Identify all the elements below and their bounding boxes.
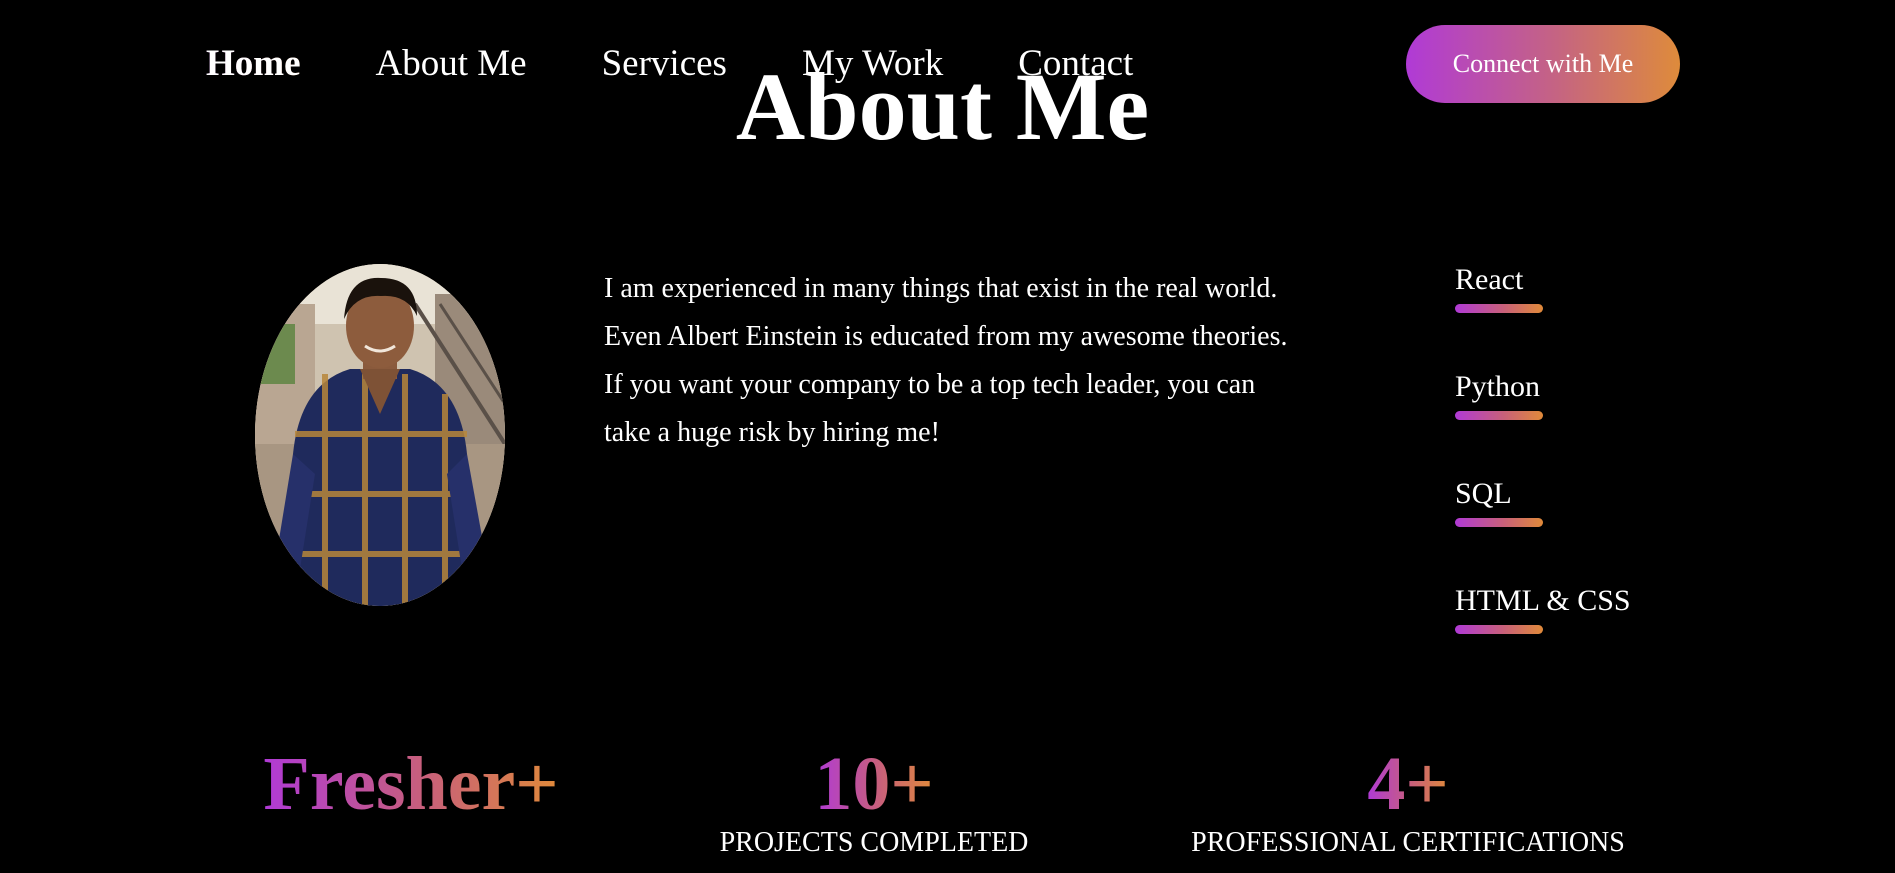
bio-line: Even Albert Einstein is educated from my… bbox=[604, 321, 1288, 352]
stat-experience: Fresher+ bbox=[236, 742, 586, 826]
bio-text: I am experienced in many things that exi… bbox=[604, 265, 1364, 457]
skill-label: SQL bbox=[1455, 477, 1512, 510]
skill-bar bbox=[1455, 518, 1543, 527]
main-nav: Home About Me Services My Work Contact bbox=[206, 40, 1208, 88]
skill-bar bbox=[1455, 304, 1543, 313]
skill-label: HTML & CSS bbox=[1455, 584, 1631, 617]
stat-value: 4+ bbox=[1367, 742, 1449, 826]
skill-item-sql: SQL bbox=[1455, 476, 1631, 583]
bio-line: If you want your company to be a top tec… bbox=[604, 369, 1256, 400]
bio-line: I am experienced in many things that exi… bbox=[604, 273, 1278, 304]
nav-item-services[interactable]: Services bbox=[602, 40, 727, 88]
connect-button[interactable]: Connect with Me bbox=[1406, 25, 1680, 103]
stat-label: PROFESSIONAL CERTIFICATIONS bbox=[1191, 827, 1625, 858]
stat-label: PROJECTS COMPLETED bbox=[719, 827, 1029, 858]
profile-photo bbox=[255, 264, 505, 606]
skill-item-html-css: HTML & CSS bbox=[1455, 583, 1631, 690]
stat-projects: 10+ PROJECTS COMPLETED bbox=[684, 742, 1064, 860]
profile-photo-illustration bbox=[255, 264, 505, 606]
skill-item-react: React bbox=[1455, 262, 1631, 369]
nav-item-my-work[interactable]: My Work bbox=[802, 40, 943, 88]
nav-item-home[interactable]: Home bbox=[206, 40, 301, 88]
page: Home About Me Services My Work Contact C… bbox=[0, 0, 1895, 873]
nav-item-about-me[interactable]: About Me bbox=[376, 40, 527, 88]
stat-value: Fresher+ bbox=[263, 742, 559, 826]
skill-label: Python bbox=[1455, 370, 1541, 403]
skills-list: React Python SQL HTML & CSS bbox=[1455, 262, 1631, 690]
skill-label: React bbox=[1455, 263, 1524, 296]
stat-value: 10+ bbox=[814, 742, 934, 826]
skill-bar bbox=[1455, 625, 1543, 634]
skill-item-python: Python bbox=[1455, 369, 1631, 476]
bio-line: take a huge risk by hiring me! bbox=[604, 417, 940, 448]
skill-bar bbox=[1455, 411, 1543, 420]
nav-item-contact[interactable]: Contact bbox=[1018, 40, 1133, 88]
stat-certifications: 4+ PROFESSIONAL CERTIFICATIONS bbox=[1158, 742, 1658, 860]
